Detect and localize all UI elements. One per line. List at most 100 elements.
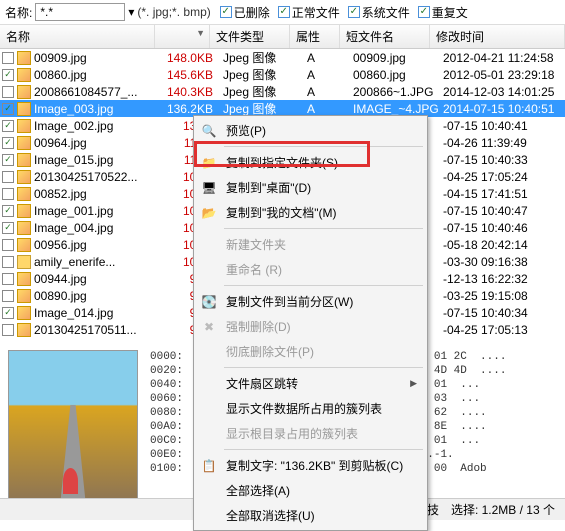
context-menu: 🔍预览(P) 📁复制到指定文件夹(S)... 🖥复制到"桌面"(D) 📂复制到"… [193, 115, 428, 531]
cell-size: 136.2KB [164, 102, 219, 116]
image-file-icon [17, 170, 31, 184]
menu-select-all[interactable]: 全部选择(A) [196, 478, 425, 503]
table-row[interactable]: ✓00860.jpg145.6KBJpeg 图像A00860.jpg2012-0… [0, 66, 565, 83]
cell-date: 2014-07-15 10:40:51 [439, 102, 565, 116]
image-file-icon [17, 153, 31, 167]
menu-preview[interactable]: 🔍预览(P) [196, 118, 425, 143]
menu-new-folder: 新建文件夹 [196, 232, 425, 257]
col-date[interactable]: 修改时间 [430, 25, 565, 48]
cell-short: 00860.jpg [349, 68, 439, 82]
col-short[interactable]: 短文件名 [340, 25, 430, 48]
row-checkbox[interactable]: ✓ [2, 205, 14, 217]
folder-out-icon: 📁 [201, 155, 217, 171]
menu-force-del: ✖强制删除(D) [196, 314, 425, 339]
cell-date: -03-30 09:16:38 [439, 255, 565, 269]
cell-type: Jpeg 图像 [219, 66, 299, 83]
menu-copy-curpart[interactable]: 💽复制文件到当前分区(W) [196, 289, 425, 314]
image-file-icon [17, 272, 31, 286]
cell-attr: A [299, 85, 349, 99]
filter-checkbox[interactable]: ✓已删除 [220, 4, 270, 21]
cell-name: Image_002.jpg [34, 119, 164, 133]
image-file-icon [17, 68, 31, 82]
table-row[interactable]: 2008661084577_...140.3KBJpeg 图像A200866~1… [0, 83, 565, 100]
image-file-icon [17, 306, 31, 320]
menu-copy-to-desktop[interactable]: 🖥复制到"桌面"(D) [196, 175, 425, 200]
cell-short: IMAGE_~4.JPG [349, 102, 439, 116]
row-checkbox[interactable]: ✓ [2, 103, 14, 115]
filter-checkbox[interactable]: ✓系统文件 [348, 4, 410, 21]
filter-checkbox[interactable]: ✓正常文件 [278, 4, 340, 21]
cell-date: -07-15 10:40:47 [439, 204, 565, 218]
table-row[interactable]: 00909.jpg148.0KBJpeg 图像A00909.jpg2012-04… [0, 49, 565, 66]
row-checkbox[interactable] [2, 324, 14, 336]
row-checkbox[interactable] [2, 239, 14, 251]
image-file-icon [17, 119, 31, 133]
menu-show-root-clusters: 显示根目录占用的簇列表 [196, 421, 425, 446]
table-header: 名称 ▼ 文件类型 属性 短文件名 修改时间 [0, 25, 565, 49]
row-checkbox[interactable]: ✓ [2, 69, 14, 81]
image-file-icon [17, 289, 31, 303]
menu-copy-to-docs[interactable]: 📂复制到"我的文档"(M) [196, 200, 425, 225]
row-checkbox[interactable] [2, 171, 14, 183]
cell-attr: A [299, 51, 349, 65]
filter-checkbox[interactable]: ✓重复文 [418, 4, 468, 21]
image-file-icon [17, 85, 31, 99]
pattern-input[interactable]: *.* [35, 3, 125, 21]
image-preview [8, 350, 138, 505]
cell-date: -07-15 10:40:33 [439, 153, 565, 167]
cell-name: 20130425170511... [34, 323, 164, 337]
row-checkbox[interactable] [2, 188, 14, 200]
menu-sector-jump[interactable]: 文件扇区跳转▶ [196, 371, 425, 396]
checkbox-icon: ✓ [278, 6, 290, 18]
row-checkbox[interactable]: ✓ [2, 154, 14, 166]
cell-name: Image_014.jpg [34, 306, 164, 320]
top-toolbar: 名称: *.* ▾ (*. jpg;*. bmp) ✓已删除✓正常文件✓系统文件… [0, 0, 565, 25]
menu-copy-to-folder[interactable]: 📁复制到指定文件夹(S)... [196, 150, 425, 175]
clipboard-icon: 📋 [201, 458, 217, 474]
menu-perm-del: 彻底删除文件(P) [196, 339, 425, 364]
row-checkbox[interactable]: ✓ [2, 120, 14, 132]
row-checkbox[interactable] [2, 52, 14, 64]
row-checkbox[interactable]: ✓ [2, 307, 14, 319]
menu-deselect-all[interactable]: 全部取消选择(U) [196, 503, 425, 528]
cell-short: 200866~1.JPG [349, 85, 439, 99]
cell-name: Image_003.jpg [34, 102, 164, 116]
cell-size: 148.0KB [164, 51, 219, 65]
cell-size: 140.3KB [164, 85, 219, 99]
cell-date: -04-15 17:41:51 [439, 187, 565, 201]
cell-date: -07-15 10:40:46 [439, 221, 565, 235]
cell-name: 20130425170522... [34, 170, 164, 184]
cell-name: 00944.jpg [34, 272, 164, 286]
row-checkbox[interactable]: ✓ [2, 137, 14, 149]
cell-name: Image_004.jpg [34, 221, 164, 235]
row-checkbox[interactable]: ✓ [2, 222, 14, 234]
col-attr[interactable]: 属性 [290, 25, 340, 48]
cell-date: -05-18 20:42:14 [439, 238, 565, 252]
row-checkbox[interactable] [2, 290, 14, 302]
cell-name: 00860.jpg [34, 68, 164, 82]
cell-name: 00909.jpg [34, 51, 164, 65]
cell-date: -04-25 17:05:13 [439, 323, 565, 337]
col-size[interactable]: ▼ [155, 25, 210, 48]
col-name[interactable]: 名称 [0, 25, 155, 48]
col-type[interactable]: 文件类型 [210, 25, 290, 48]
selection-status: 选择: 1.2MB / 13 个 [451, 501, 555, 518]
cell-date: -07-15 10:40:34 [439, 306, 565, 320]
cell-date: -03-25 19:15:08 [439, 289, 565, 303]
dropdown-icon[interactable]: ▾ [128, 5, 134, 19]
row-checkbox[interactable] [2, 273, 14, 285]
menu-copy-text[interactable]: 📋复制文字: "136.2KB" 到剪贴板(C) [196, 453, 425, 478]
cell-date: -12-13 16:22:32 [439, 272, 565, 286]
row-checkbox[interactable] [2, 256, 14, 268]
menu-show-clusters[interactable]: 显示文件数据所占用的簇列表 [196, 396, 425, 421]
cell-name: 00890.jpg [34, 289, 164, 303]
cell-date: 2014-12-03 14:01:25 [439, 85, 565, 99]
image-file-icon [17, 187, 31, 201]
delete-icon: ✖ [201, 319, 217, 335]
cell-name: 2008661084577_... [34, 85, 164, 99]
submenu-arrow-icon: ▶ [410, 378, 417, 389]
image-file-icon [17, 238, 31, 252]
row-checkbox[interactable] [2, 86, 14, 98]
cell-size: 145.6KB [164, 68, 219, 82]
cell-name: 00964.jpg [34, 136, 164, 150]
